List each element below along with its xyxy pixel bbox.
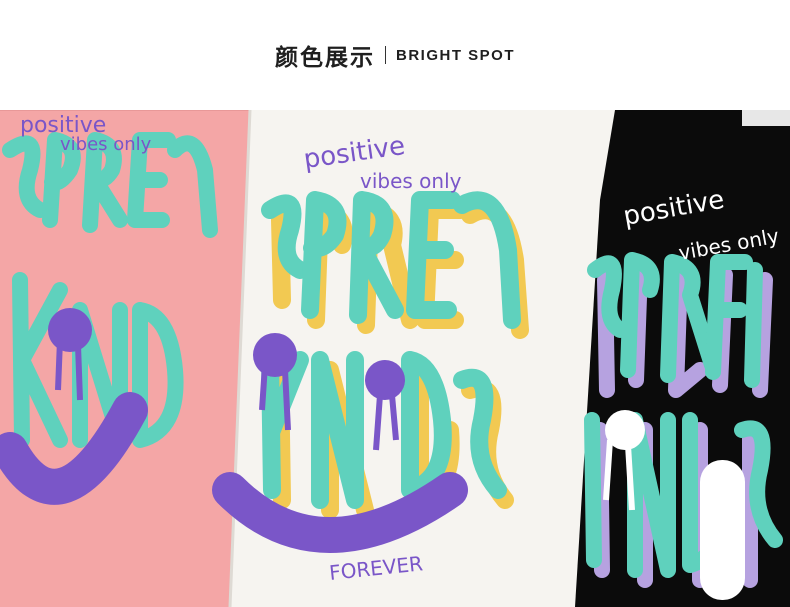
white-shirt: positive vibes only FOREVER xyxy=(212,110,630,607)
white-vibes-text: vibes only xyxy=(360,169,462,193)
product-photo: positive vibes only positive vibes only … xyxy=(0,110,790,607)
header-title-row: 颜色展示 BRIGHT SPOT xyxy=(0,38,790,72)
title-chinese: 颜色展示 xyxy=(274,45,375,71)
header: 颜色展示 BRIGHT SPOT xyxy=(0,0,790,110)
pink-vibes-text: vibes only xyxy=(60,134,152,155)
title-divider xyxy=(384,46,386,64)
black-shirt: positive vibes only xyxy=(575,110,790,607)
title-english: BRIGHT SPOT xyxy=(395,46,515,64)
